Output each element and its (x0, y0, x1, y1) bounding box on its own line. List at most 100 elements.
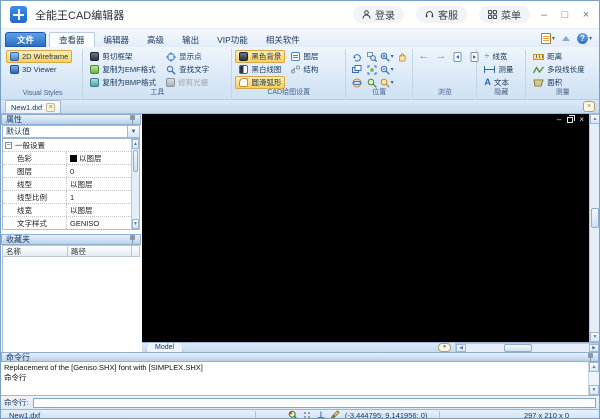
property-row[interactable]: 线型比例 1 (3, 191, 131, 204)
property-row[interactable]: 线宽 以图层 (3, 204, 131, 217)
properties-preset-dropdown[interactable]: 默认值 ▼ (2, 125, 140, 138)
tab-vip[interactable]: VIP功能 (208, 32, 257, 47)
find-text-button[interactable]: 查找文字 (162, 63, 213, 76)
tab-related[interactable]: 相关软件 (257, 32, 309, 47)
scroll-down-icon[interactable]: ▼ (590, 332, 599, 342)
pan-button[interactable] (394, 50, 409, 63)
zoom-in-button[interactable]: ▾ (379, 50, 394, 63)
group-label: CAD绘图设置 (267, 89, 311, 96)
show-points-button[interactable]: 显示点 (162, 50, 213, 63)
previous-view-button[interactable] (450, 50, 465, 63)
text-icon: A (484, 77, 491, 87)
tab-editor[interactable]: 编辑器 (95, 32, 139, 47)
scrollbar-track[interactable] (466, 343, 589, 352)
bw-drawing-button[interactable]: 黑白线图 (235, 63, 285, 76)
menu-button[interactable]: 菜单 (479, 6, 530, 23)
tab-viewer[interactable]: 查看器 (49, 32, 95, 47)
document-tab-close-icon[interactable]: × (46, 102, 56, 112)
document-tab[interactable]: New1.dxf × (5, 100, 62, 113)
tab-list-button[interactable]: × (583, 101, 595, 112)
measure-polyline-button[interactable]: 多段线长度 (529, 63, 589, 76)
command-scrollbar[interactable]: ▲ ▼ (588, 362, 599, 395)
property-name: 文字样式 (3, 217, 67, 229)
drawing-canvas[interactable]: – × (142, 114, 589, 342)
black-background-button[interactable]: 黑色背景 (235, 50, 286, 63)
osnap-icon[interactable] (288, 410, 298, 419)
pin-icon[interactable] (129, 115, 136, 124)
grid-toggle-icon[interactable] (303, 410, 312, 418)
rotate-view-button[interactable] (349, 50, 364, 63)
property-row[interactable]: 线型 以图层 (3, 178, 131, 191)
close-button[interactable]: × (579, 9, 593, 21)
layers-button[interactable]: 图层 (287, 50, 322, 63)
tab-output[interactable]: 输出 (173, 32, 208, 47)
back-button[interactable]: ← (416, 50, 431, 63)
tab-advanced[interactable]: 高级 (138, 32, 173, 47)
help-button[interactable]: ? ▾ (576, 32, 592, 44)
pin-icon[interactable] (587, 352, 594, 362)
mdi-restore-icon[interactable] (567, 115, 576, 123)
scrollbar-thumb[interactable] (504, 343, 533, 352)
mdi-minimize-icon[interactable]: – (557, 116, 561, 124)
named-views-button[interactable] (349, 63, 364, 76)
property-value: 以图层 (70, 179, 93, 189)
copy-emf-button[interactable]: 复制为EMF格式 (86, 63, 160, 76)
scroll-left-icon[interactable]: ◀ (456, 343, 467, 352)
forward-button[interactable]: → (433, 50, 448, 63)
favorites-col-path[interactable]: 路径 (68, 245, 132, 257)
canvas-vertical-scrollbar[interactable]: ▲ ▼ (589, 114, 599, 342)
2d-wireframe-label: 2D Wireframe (22, 52, 69, 61)
zoom-window-button[interactable] (364, 50, 379, 63)
style-menu-button[interactable]: ▾ (540, 32, 555, 44)
command-history[interactable]: Replacement of the [Geniso.SHX] font wit… (1, 362, 599, 396)
2d-wireframe-button[interactable]: 2D Wireframe (6, 50, 73, 63)
tab-file[interactable]: 文件 (5, 32, 47, 47)
collapse-ribbon-button[interactable] (561, 35, 570, 41)
canvas-horizontal-scrollbar[interactable]: ◀ ▶ (455, 342, 599, 353)
maximize-button[interactable]: □ (558, 9, 572, 21)
layout-list-button[interactable]: ● (438, 343, 452, 352)
line-width-icon: ÷ (484, 51, 490, 61)
cut-frame-button[interactable]: 剪切框架 (86, 50, 160, 63)
measure-distance-button[interactable]: 距离 (529, 50, 589, 63)
structure-label: 结构 (303, 65, 319, 74)
hide-measure-button[interactable]: 测量 (480, 63, 517, 76)
hide-linewidth-button[interactable]: ÷ 线宽 (480, 50, 517, 63)
hide-measure-label: 测量 (498, 65, 514, 74)
command-input[interactable] (32, 397, 596, 408)
zoom-out-button[interactable]: ▾ (379, 63, 394, 76)
scroll-up-icon[interactable]: ▲ (590, 114, 599, 124)
ruler-icon (533, 53, 545, 60)
scroll-down-icon[interactable]: ▼ (132, 219, 139, 229)
minimize-button[interactable]: – (537, 9, 551, 21)
property-row[interactable]: 色彩 以图层 (3, 152, 131, 165)
favorites-col-name[interactable]: 名称 (2, 245, 68, 257)
scroll-up-icon[interactable]: ▲ (132, 139, 139, 149)
model-tab[interactable]: Model (146, 342, 184, 353)
group-hide: ÷ 线宽 测量 A 文本 隐藏 (477, 49, 527, 98)
property-row[interactable]: 文字样式 GENISO (3, 217, 131, 230)
login-button[interactable]: 登录 (353, 6, 404, 23)
scroll-right-icon[interactable]: ▶ (589, 343, 599, 352)
scrollbar-thumb[interactable] (133, 150, 138, 172)
zoom-extents-button[interactable] (364, 63, 379, 76)
snap-pencil-icon[interactable] (330, 410, 340, 419)
structure-button[interactable]: 结构 (287, 63, 322, 76)
views-icon (351, 64, 362, 73)
mdi-close-icon[interactable]: × (579, 116, 584, 124)
pin-icon[interactable] (129, 235, 136, 244)
favorites-list[interactable] (2, 257, 140, 352)
service-button[interactable]: 客服 (416, 6, 467, 23)
scroll-up-icon[interactable]: ▲ (589, 362, 599, 372)
chevron-down-icon[interactable]: ▼ (127, 126, 139, 137)
property-group-row[interactable]: − 一般设置 (3, 139, 131, 152)
collapse-icon[interactable]: − (5, 141, 12, 149)
scrollbar-thumb[interactable] (591, 208, 599, 228)
mdi-window-buttons: – × (557, 115, 584, 124)
property-row[interactable]: 图层 0 (3, 165, 131, 178)
properties-title: 属性 (6, 115, 22, 124)
scroll-down-icon[interactable]: ▼ (589, 385, 599, 395)
3d-viewer-button[interactable]: 3D Viewer (6, 63, 72, 76)
properties-scrollbar[interactable]: ▲ ▼ (131, 139, 139, 229)
ortho-icon[interactable]: ⊥ (317, 410, 325, 418)
